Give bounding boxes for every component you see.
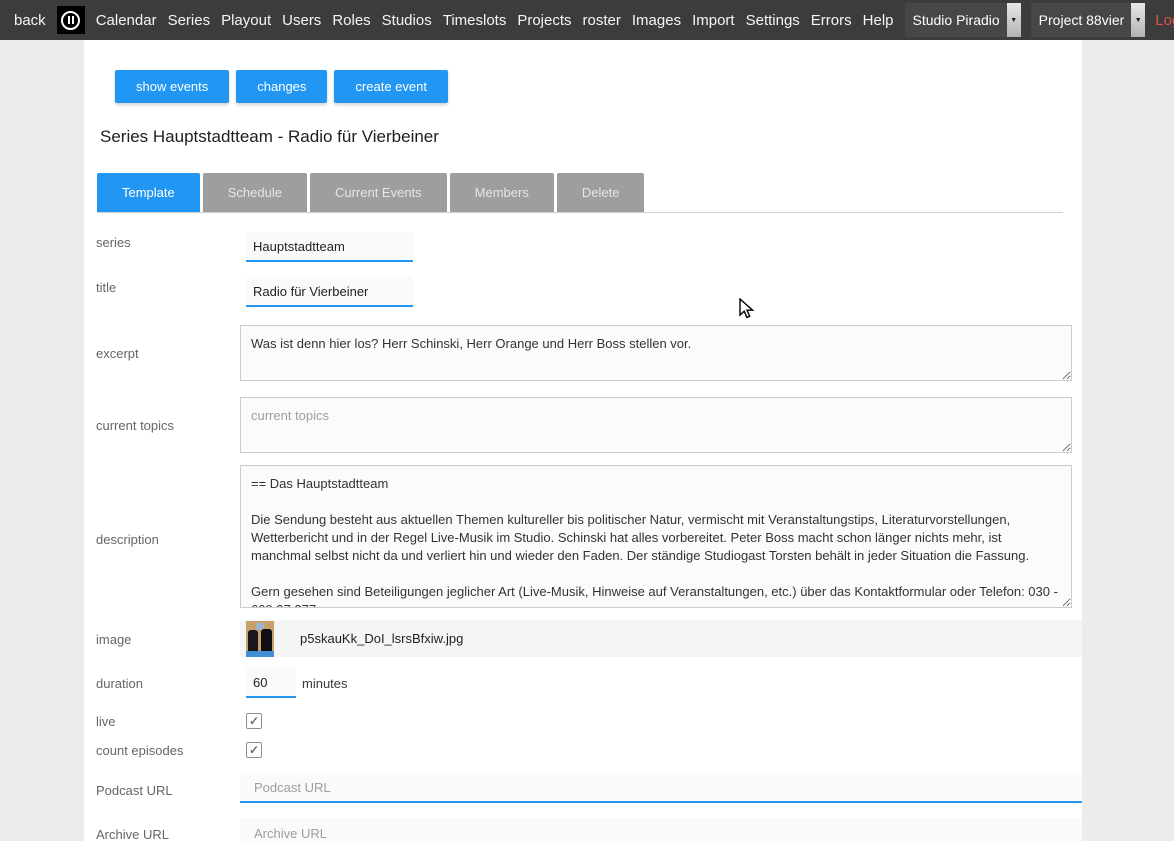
series-image-thumbnail[interactable] [246, 621, 274, 657]
logout-link[interactable]: Logout [1155, 12, 1174, 29]
description-label: description [96, 532, 159, 547]
piradio-logo-icon[interactable] [57, 6, 85, 34]
studio-select-value: Studio Piradio [913, 12, 1000, 28]
tab-bar: Template Schedule Current Events Members… [97, 173, 1063, 213]
nav-item-import[interactable]: Import [692, 12, 735, 29]
nav-item-studios[interactable]: Studios [382, 12, 432, 29]
excerpt-label: excerpt [96, 346, 139, 361]
nav-item-roles[interactable]: Roles [332, 12, 370, 29]
nav-right-group: Studio Piradio ▼ Project 88vier ▼ Logout… [905, 3, 1174, 37]
live-label: live [96, 714, 116, 729]
tab-schedule[interactable]: Schedule [203, 173, 307, 212]
title-input[interactable] [246, 277, 413, 307]
page-title: Series Hauptstadtteam - Radio für Vierbe… [100, 127, 439, 147]
live-checkbox[interactable]: ✓ [246, 713, 262, 729]
image-row: p5skauKk_DoI_lsrsBfxiw.jpg [240, 620, 1082, 657]
tab-template[interactable]: Template [97, 173, 200, 212]
count-episodes-label: count episodes [96, 743, 183, 758]
nav-item-timeslots[interactable]: Timeslots [443, 12, 507, 29]
dropdown-arrow-icon: ▼ [1007, 3, 1021, 37]
top-nav: back Calendar Series Playout Users Roles… [0, 0, 1174, 40]
podcast-url-label: Podcast URL [96, 783, 173, 798]
tab-delete[interactable]: Delete [557, 173, 645, 212]
description-textarea[interactable]: == Das Hauptstadtteam Die Sendung besteh… [240, 465, 1072, 608]
nav-item-projects[interactable]: Projects [517, 12, 571, 29]
image-label: image [96, 632, 131, 647]
duration-label: duration [96, 676, 143, 691]
nav-item-roster[interactable]: roster [583, 12, 621, 29]
check-icon: ✓ [249, 714, 259, 728]
pause-circle-icon [61, 11, 80, 30]
current-topics-label: current topics [96, 418, 174, 433]
archive-url-input[interactable] [240, 818, 1082, 841]
tab-members[interactable]: Members [450, 173, 554, 212]
main-content: show events changes create event Series … [84, 40, 1082, 841]
toolbar: show events changes create event [115, 70, 448, 103]
check-icon: ✓ [249, 743, 259, 757]
nav-item-playout[interactable]: Playout [221, 12, 271, 29]
duration-unit-label: minutes [302, 676, 348, 691]
studio-select[interactable]: Studio Piradio ▼ [905, 3, 1021, 37]
series-label: series [96, 235, 131, 250]
duration-input[interactable] [246, 668, 296, 698]
tab-current-events[interactable]: Current Events [310, 173, 447, 212]
title-label: title [96, 280, 116, 295]
podcast-url-input[interactable] [240, 773, 1082, 803]
excerpt-textarea[interactable]: Was ist denn hier los? Herr Schinski, He… [240, 325, 1072, 381]
archive-url-label: Archive URL [96, 827, 169, 841]
nav-back-link[interactable]: back [14, 12, 46, 29]
dropdown-arrow-icon: ▼ [1131, 3, 1145, 37]
nav-item-help[interactable]: Help [863, 12, 894, 29]
project-select[interactable]: Project 88vier ▼ [1031, 3, 1146, 37]
changes-button[interactable]: changes [236, 70, 327, 103]
nav-item-settings[interactable]: Settings [746, 12, 800, 29]
nav-item-images[interactable]: Images [632, 12, 681, 29]
show-events-button[interactable]: show events [115, 70, 229, 103]
nav-item-calendar[interactable]: Calendar [96, 12, 157, 29]
image-filename: p5skauKk_DoI_lsrsBfxiw.jpg [300, 631, 463, 646]
count-episodes-checkbox[interactable]: ✓ [246, 742, 262, 758]
project-select-value: Project 88vier [1039, 12, 1125, 28]
current-topics-textarea[interactable] [240, 397, 1072, 453]
series-input[interactable] [246, 232, 413, 262]
create-event-button[interactable]: create event [334, 70, 448, 103]
nav-item-errors[interactable]: Errors [811, 12, 852, 29]
nav-item-series[interactable]: Series [168, 12, 211, 29]
nav-item-users[interactable]: Users [282, 12, 321, 29]
